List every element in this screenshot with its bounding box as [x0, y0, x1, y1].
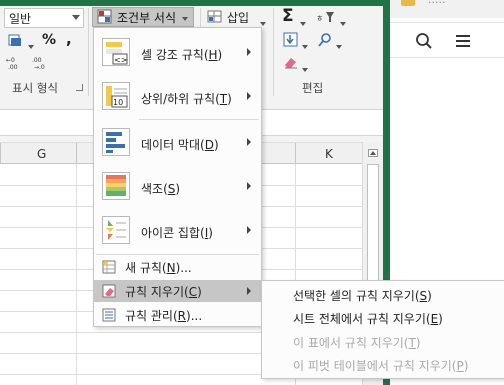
grid-line: [76, 164, 77, 385]
percent-button[interactable]: %: [42, 32, 56, 48]
chevron-right-icon: [247, 182, 251, 190]
currency-icon: [8, 34, 21, 46]
search-icon: [318, 33, 331, 47]
chevron-right-icon: [247, 287, 251, 295]
color-scales-icon: [102, 172, 130, 200]
column-divider: [295, 143, 296, 164]
background-window-text: ·····: [428, 0, 446, 9]
top-10-number: 10: [113, 98, 123, 107]
menu-item-top-bottom-rules[interactable]: 10 상위/하위 규칙(T): [94, 74, 261, 118]
group-divider: [88, 8, 89, 96]
menu-label: 아이콘 집합(I): [141, 226, 213, 240]
fill-down-icon: [283, 32, 298, 47]
data-bars-icon: [102, 128, 130, 156]
decrease-decimal-button[interactable]: .00 →.0: [32, 54, 52, 70]
menu-item-new-rule[interactable]: 새 규칙(N)...: [94, 256, 261, 278]
decrease-decimal-icon: .00→.0: [32, 57, 45, 69]
chevron-down-icon: [302, 61, 308, 75]
column-divider: [0, 143, 1, 164]
chevron-right-icon: [247, 92, 251, 100]
number-format-dropdown[interactable]: 일반: [4, 8, 84, 28]
menu-label: 데이터 막대(D): [141, 138, 219, 152]
sort-filter-icon: ㅎ: [316, 12, 334, 23]
menu-item-color-scales[interactable]: 색조(S): [94, 164, 261, 208]
menu-label: 상위/하위 규칙(T): [141, 92, 232, 106]
folder-icon: [401, 0, 415, 6]
menu-item-highlight-cells-rules[interactable]: <> 셀 강조 규칙(H): [94, 30, 261, 74]
editing-group-label: 편집: [302, 81, 324, 95]
dialog-launcher-icon[interactable]: [76, 84, 83, 91]
chevron-down-icon: [72, 15, 80, 20]
top-bottom-icon: 10: [102, 82, 130, 110]
number-format-value: 일반: [9, 11, 32, 26]
submenu-item-clear-entire-sheet[interactable]: 시트 전체에서 규칙 지우기(E): [293, 310, 443, 327]
icon-sets-icon: [102, 216, 130, 244]
submenu-item-clear-this-table: 이 표에서 규칙 지우기(T): [293, 336, 421, 350]
eraser-icon: [285, 58, 297, 69]
title-bar-strip: [0, 0, 390, 6]
chevron-down-icon: [28, 38, 34, 52]
menu-label: 규칙 지우기(C): [125, 285, 202, 299]
svg-text:.00: .00: [32, 57, 42, 64]
conditional-formatting-button[interactable]: 조건부 서식: [92, 7, 194, 27]
submenu-item-clear-this-pivot-table: 이 피벗 테이블에서 규칙 지우기(P): [293, 359, 469, 373]
number-group-label: 표시 형식: [12, 81, 58, 95]
conditional-formatting-icon: [97, 9, 112, 24]
chevron-down-icon: [182, 10, 189, 24]
sort-filter-button[interactable]: ㅎ: [316, 9, 340, 25]
menu-separator: [96, 254, 259, 255]
accounting-format-button[interactable]: [6, 31, 26, 51]
new-rule-icon: [102, 260, 116, 274]
conditional-formatting-label: 조건부 서식: [117, 10, 177, 25]
chevron-right-icon: [247, 48, 251, 56]
chevron-down-icon: [340, 15, 346, 29]
menu-label: 규칙 관리(R)...: [125, 309, 203, 323]
scroll-up-icon[interactable]: [368, 149, 378, 157]
column-header-g[interactable]: G: [37, 147, 46, 161]
submenu-item-clear-selected-cells[interactable]: 선택한 셀의 규칙 지우기(S): [293, 287, 432, 304]
chevron-right-icon: [247, 226, 251, 234]
menu-icon[interactable]: [456, 34, 470, 48]
eraser-icon: [102, 284, 116, 298]
chevron-right-icon: [247, 138, 251, 146]
chevron-down-icon: [300, 15, 306, 29]
chevron-down-icon: [336, 38, 342, 52]
insert-button[interactable]: 삽입: [227, 9, 249, 26]
menu-label: 새 규칙(N)...: [125, 261, 192, 275]
column-divider: [76, 143, 77, 164]
menu-label: 셀 강조 규칙(H): [141, 48, 223, 62]
svg-text:←0: ←0: [6, 57, 15, 64]
menu-item-manage-rules[interactable]: 규칙 관리(R)...: [94, 304, 261, 326]
increase-decimal-button[interactable]: ←0.00: [6, 54, 26, 70]
menu-label: 색조(S): [141, 182, 181, 196]
search-bar[interactable]: [390, 22, 504, 58]
menu-item-data-bars[interactable]: 데이터 막대(D): [94, 120, 261, 164]
comma-button[interactable]: ,: [66, 30, 72, 48]
increase-decimal-icon: ←0.00: [6, 57, 18, 69]
autosum-button[interactable]: Σ: [282, 6, 294, 26]
highlight-cells-icon: <>: [102, 38, 130, 66]
chevron-down-icon: [302, 38, 308, 52]
manage-rules-icon: [102, 308, 116, 322]
menu-item-icon-sets[interactable]: 아이콘 집합(I): [94, 208, 261, 252]
svg-text:→.0: →.0: [34, 64, 45, 69]
svg-text:ㅎ: ㅎ: [316, 14, 323, 23]
insert-cells-icon: [206, 9, 224, 25]
search-icon[interactable]: [415, 32, 433, 50]
menu-item-clear-rules[interactable]: 규칙 지우기(C): [94, 280, 261, 302]
find-select-button[interactable]: [316, 31, 334, 49]
cell-rule-symbol: <>: [114, 56, 127, 65]
column-header-k[interactable]: K: [325, 147, 333, 161]
clear-button[interactable]: [282, 54, 300, 70]
fill-button[interactable]: [282, 31, 300, 49]
conditional-formatting-menu: <> 셀 강조 규칙(H) 10 상위/하위 규칙(T) 데이터 막대(D) 색…: [93, 27, 262, 327]
clear-rules-submenu: 선택한 셀의 규칙 지우기(S) 시트 전체에서 규칙 지우기(E) 이 표에서…: [261, 280, 504, 379]
group-divider: [273, 8, 274, 96]
svg-text:.00: .00: [8, 64, 18, 69]
